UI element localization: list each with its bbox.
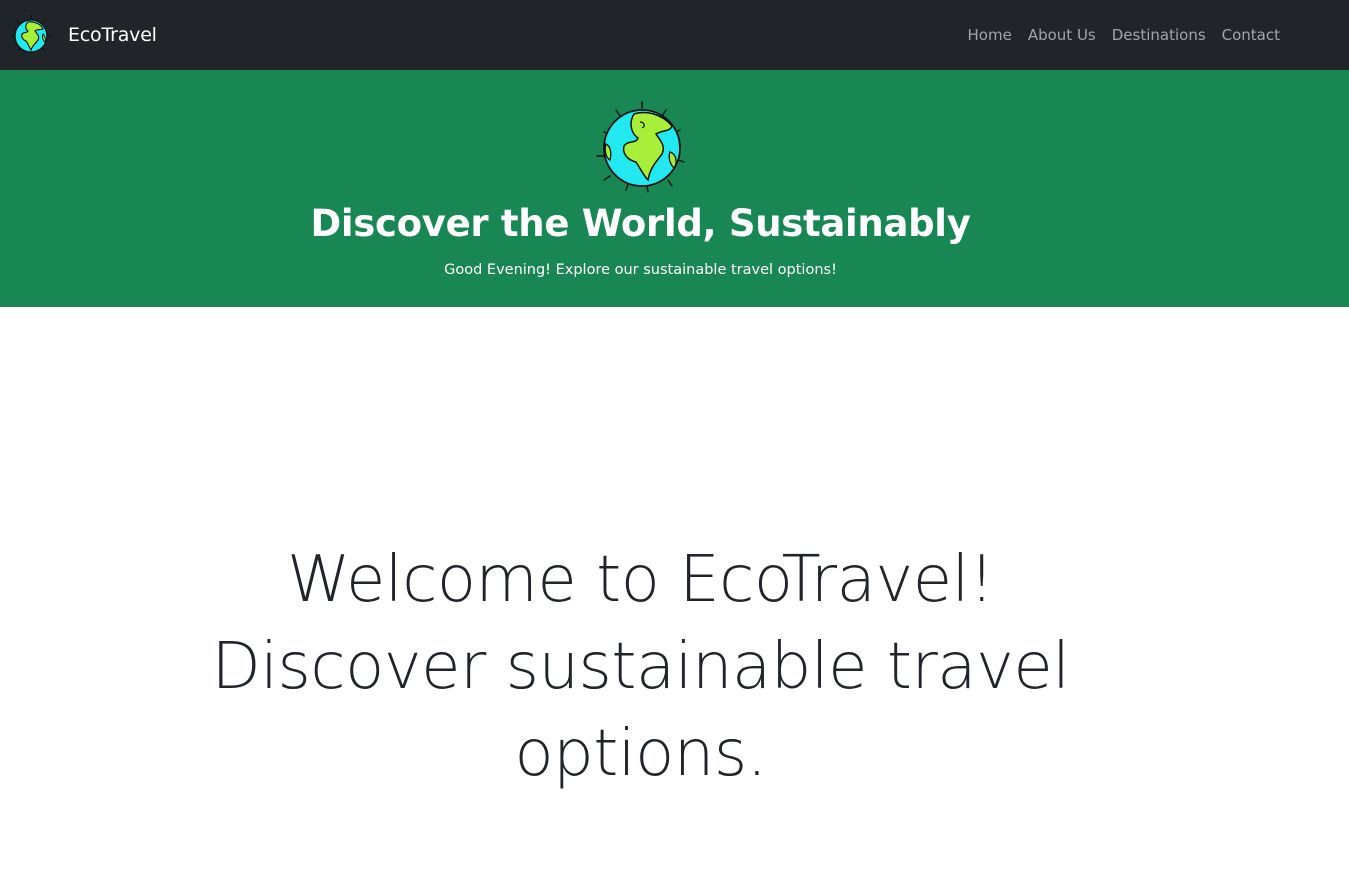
brand-name: EcoTravel: [68, 24, 157, 46]
brand-link[interactable]: EcoTravel: [10, 12, 157, 58]
welcome-heading: Welcome to EcoTravel! Discover sustainab…: [211, 543, 1070, 791]
nav-link-destinations[interactable]: Destinations: [1112, 26, 1206, 44]
hero-subtitle: Good Evening! Explore our sustainable tr…: [444, 262, 837, 278]
nav-link-about-us[interactable]: About Us: [1028, 26, 1096, 44]
hero-banner: Discover the World, Sustainably Good Eve…: [0, 70, 1349, 307]
globe-icon: [11, 14, 51, 53]
nav-link-home[interactable]: Home: [968, 26, 1012, 44]
nav-link-contact[interactable]: Contact: [1222, 26, 1280, 44]
navbar: EcoTravel Home About Us Destinations Con…: [0, 0, 1349, 70]
nav-links: Home About Us Destinations Contact: [968, 0, 1280, 70]
globe-icon: [596, 101, 685, 193]
hero-title: Discover the World, Sustainably: [310, 202, 971, 245]
